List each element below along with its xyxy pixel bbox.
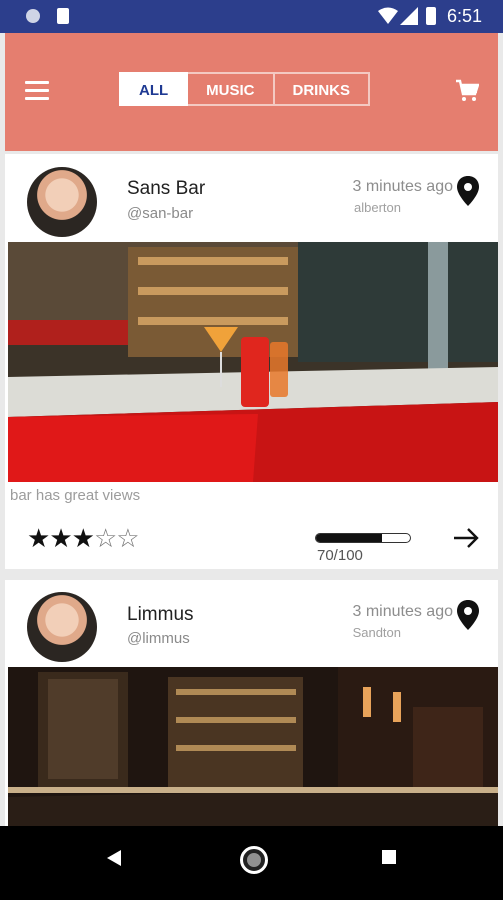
post-caption: bar has great views [10,487,141,504]
rating-stars: ★★★☆☆ [27,523,140,553]
post-location: Sandton [352,625,401,640]
system-nav-bar [0,826,503,900]
venue-handle: @san-bar [127,205,194,222]
star-filled-icon: ★ [49,523,72,553]
venue-name[interactable]: Sans Bar [127,178,205,200]
notification-dot-icon [26,9,40,23]
location-pin-icon[interactable] [457,176,479,206]
post-time: 3 minutes ago [352,178,453,195]
venue-photo[interactable] [8,242,498,482]
status-bar: 6:51 [0,0,503,33]
shopping-cart-icon[interactable] [455,79,479,103]
venue-handle: @limmus [127,630,190,647]
arrow-right-icon[interactable] [453,527,479,549]
post-time: 3 minutes ago [352,603,453,620]
progress-fill [316,534,382,542]
battery-icon [426,7,436,25]
clock: 6:51 [447,6,483,26]
star-filled-icon: ★ [71,523,95,553]
post-card[interactable]: Limmus @limmus 3 minutes ago Sandton [5,580,498,830]
post-card[interactable]: Sans Bar @san-bar 3 minutes ago alberton [5,154,498,569]
score-progress-bar [315,533,411,543]
score-label: 70/100 [317,547,363,564]
hamburger-menu-icon[interactable] [25,81,49,101]
location-pin-icon[interactable] [457,600,479,630]
recent-apps-icon[interactable] [382,850,396,864]
venue-photo[interactable] [8,667,498,827]
home-icon[interactable] [240,846,268,874]
wifi-icon [378,7,398,24]
venue-name[interactable]: Limmus [127,604,194,626]
star-empty-icon: ☆ [93,523,117,553]
avatar[interactable] [27,592,97,662]
app-bar: ALL MUSIC DRINKS [5,33,498,151]
post-location: alberton [354,200,401,215]
sd-card-icon [57,8,69,24]
tab-drinks[interactable]: DRINKS [274,72,371,106]
tab-all[interactable]: ALL [119,72,189,106]
tab-music[interactable]: MUSIC [188,72,275,106]
star-empty-icon: ☆ [116,523,139,553]
signal-icon [400,7,418,25]
back-icon[interactable] [107,850,123,866]
star-filled-icon: ★ [27,523,50,553]
filter-tabs: ALL MUSIC DRINKS [119,72,371,106]
avatar[interactable] [27,167,97,237]
